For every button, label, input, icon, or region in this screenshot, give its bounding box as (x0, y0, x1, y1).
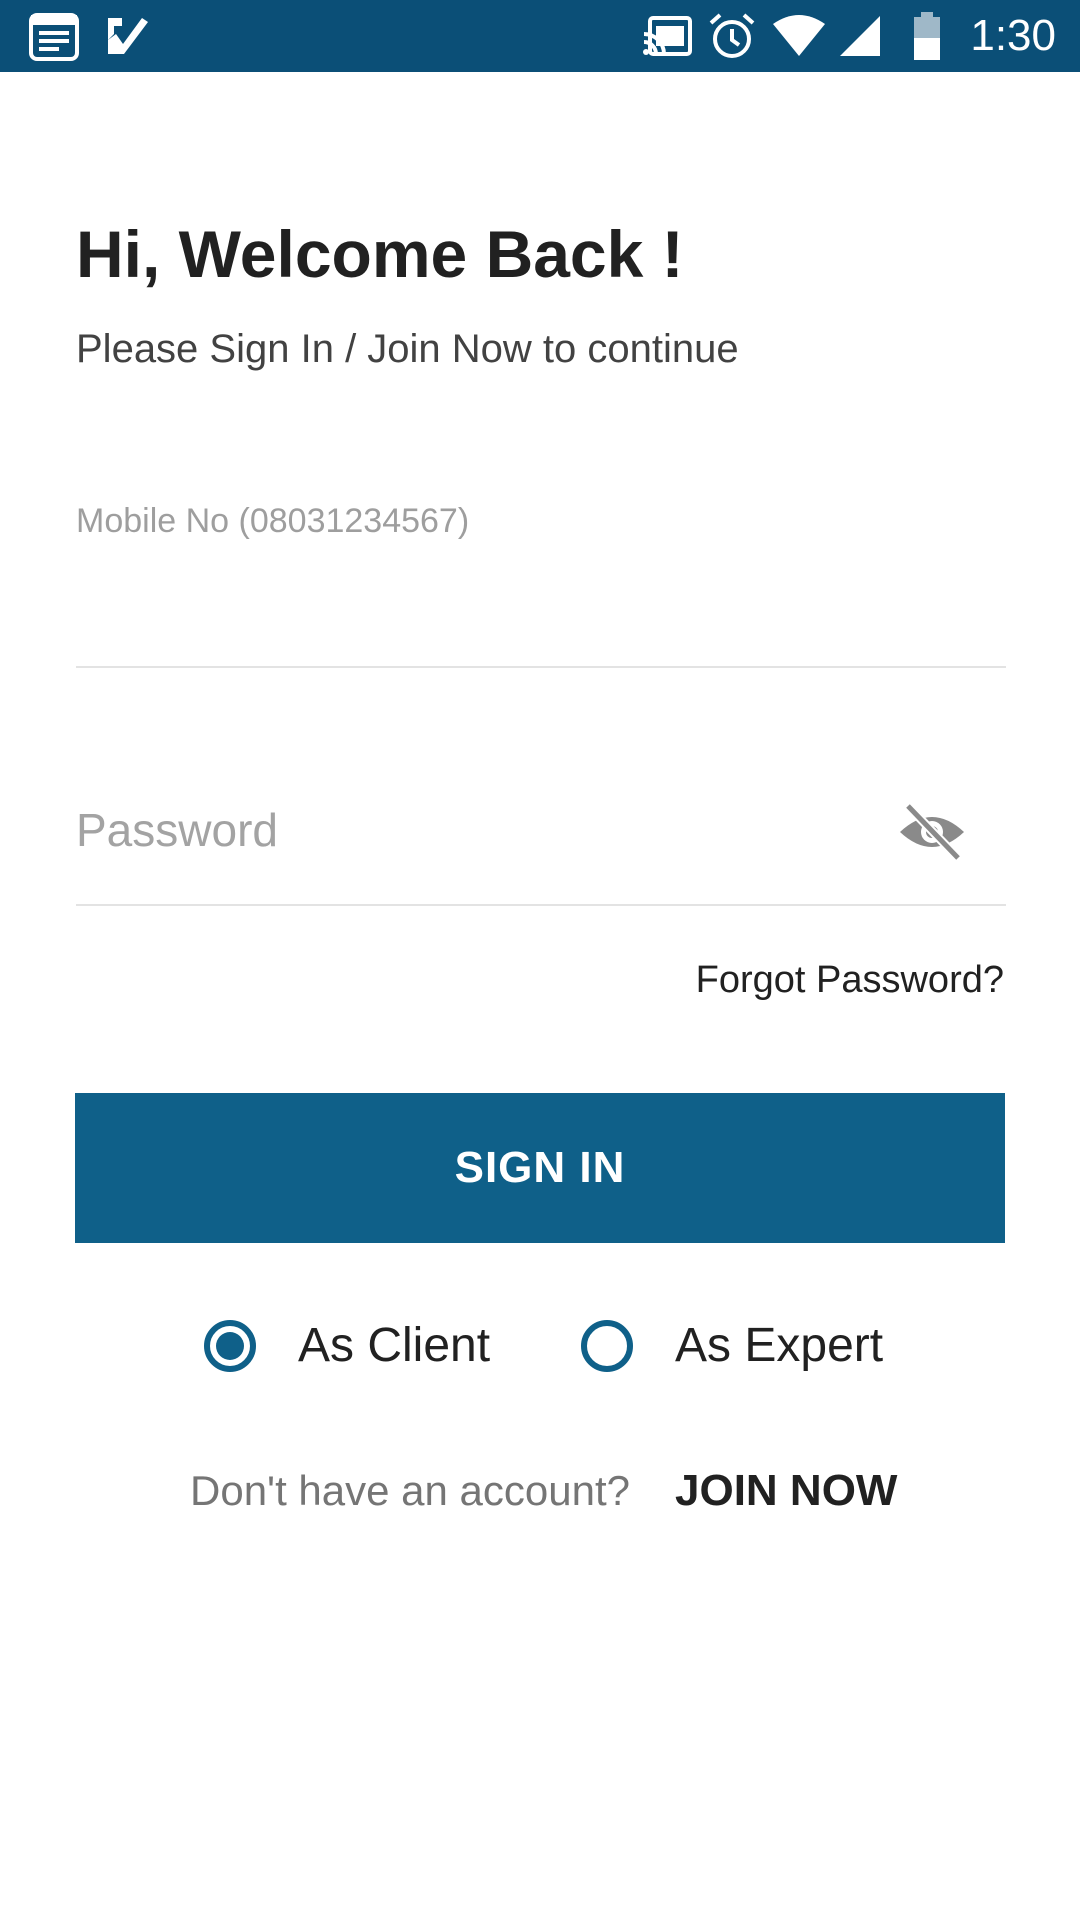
checkmark-app-icon (104, 12, 152, 65)
role-option-label: As Expert (675, 1319, 884, 1372)
forgot-password-link[interactable]: Forgot Password? (696, 958, 1004, 1002)
battery-icon (912, 12, 942, 65)
status-bar: 1:30 (0, 0, 1080, 72)
no-account-prompt: Don't have an account? (190, 1467, 630, 1514)
wifi-icon (772, 14, 826, 63)
password-underline (76, 904, 1006, 906)
page-subtitle: Please Sign In / Join Now to continue (76, 327, 739, 371)
page-title: Hi, Welcome Back ! (76, 217, 684, 291)
clock: 1:30 (970, 11, 1056, 60)
mobile-underline (76, 666, 1006, 668)
radio-unselected-icon[interactable] (581, 1320, 633, 1372)
password-input[interactable] (76, 800, 856, 860)
visibility-off-icon[interactable] (896, 800, 968, 864)
sign-in-button[interactable]: SIGN IN (75, 1093, 1005, 1243)
alarm-icon (708, 12, 756, 65)
notes-icon (28, 12, 80, 67)
join-now-link[interactable]: JOIN NOW (675, 1466, 897, 1516)
radio-selected-icon[interactable] (204, 1320, 256, 1372)
cast-icon (642, 16, 692, 63)
mobile-number-input[interactable] (76, 560, 1006, 624)
signal-icon (838, 14, 882, 63)
role-option-label: As Client (298, 1319, 491, 1372)
mobile-number-label: Mobile No (08031234567) (76, 502, 470, 540)
